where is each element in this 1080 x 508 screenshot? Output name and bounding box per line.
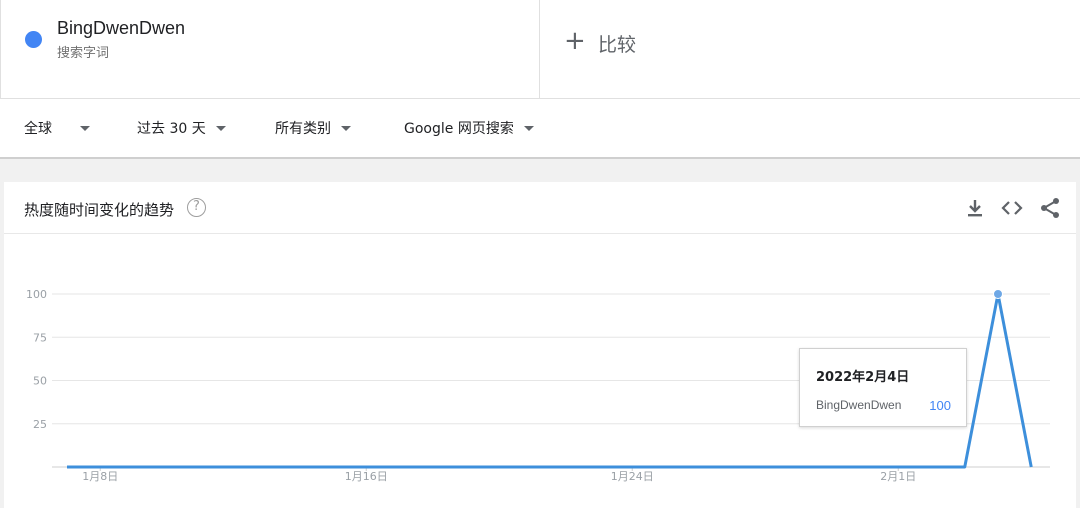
data-tooltip: 2022年2月4日 BingDwenDwen 100 — [799, 348, 967, 427]
y-tick-label: 75 — [33, 331, 47, 344]
tooltip-value: 100 — [929, 398, 951, 413]
highlight-point[interactable] — [993, 289, 1003, 299]
tooltip-series-name: BingDwenDwen — [816, 398, 902, 412]
y-tick-label: 50 — [33, 375, 47, 388]
y-tick-label: 25 — [33, 418, 47, 431]
x-tick-label: 1月24日 — [611, 470, 654, 483]
y-tick-label: 100 — [26, 288, 47, 301]
x-tick-label: 1月16日 — [345, 470, 388, 483]
trend-chart: 25 50 75 100 1月8日 1月16日 1月24日 2月1日 — [26, 288, 1050, 483]
x-tick-label: 2月1日 — [880, 470, 916, 483]
x-tick-label: 1月8日 — [82, 470, 118, 483]
tooltip-date: 2022年2月4日 — [816, 370, 910, 385]
